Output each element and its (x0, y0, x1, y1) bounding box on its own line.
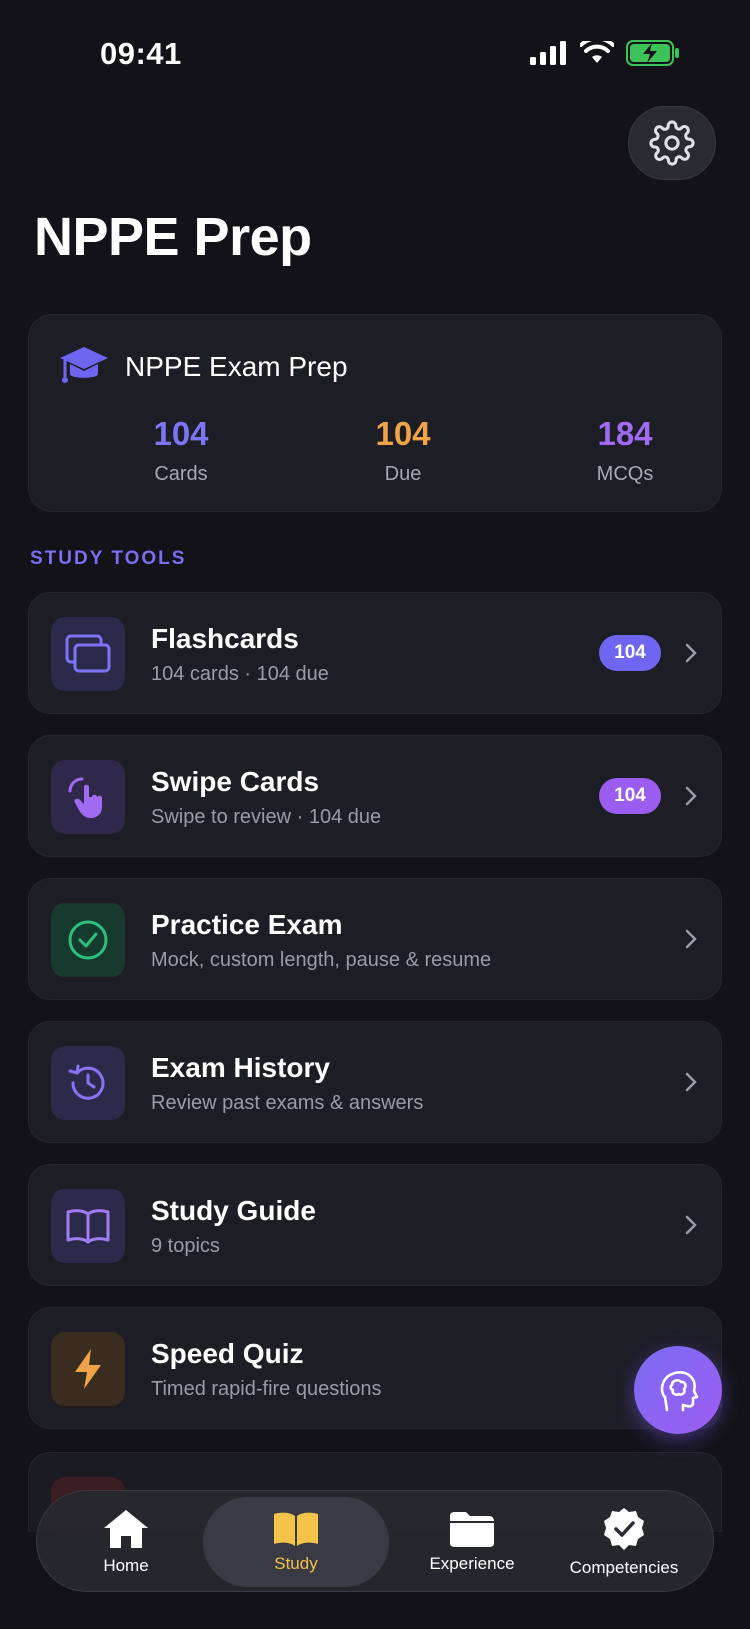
tab-label: Experience (429, 1554, 515, 1573)
tool-swipe-cards[interactable]: Swipe Cards Swipe to review · 104 due 10… (28, 735, 722, 857)
tool-title: Exam History (151, 1052, 330, 1083)
chevron-right-icon (685, 929, 697, 949)
tool-title: Practice Exam (151, 909, 343, 940)
tab-label: Home (103, 1556, 149, 1575)
wifi-icon (580, 41, 614, 63)
tool-icon-wrap (51, 1332, 125, 1406)
brain-head-icon (660, 1371, 699, 1412)
tool-speed-quiz[interactable]: Speed Quiz Timed rapid-fire questions (28, 1307, 722, 1429)
tool-icon-wrap (51, 1189, 125, 1263)
battery-charging-icon (626, 40, 679, 66)
stat-due: 104 Due (303, 415, 503, 486)
home-icon (104, 1510, 148, 1548)
tool-subtitle: 9 topics (151, 1235, 220, 1257)
tab-study[interactable]: Study (203, 1497, 389, 1587)
graduation-cap-icon (60, 347, 108, 383)
stat-label: Cards (154, 463, 208, 485)
stat-label: Due (384, 463, 422, 485)
section-label: STUDY TOOLS (30, 548, 187, 569)
chevron-right-icon (685, 1215, 697, 1235)
bottom-tab-bar: Home Study Experience Competencies (36, 1490, 714, 1592)
cards-icon (65, 634, 111, 673)
tab-label: Competencies (569, 1558, 679, 1577)
summary-title: NPPE Exam Prep (125, 351, 348, 382)
tab-label: Study (274, 1554, 318, 1573)
tab-competencies[interactable]: Competencies (549, 1491, 699, 1593)
tool-subtitle: 104 cards · 104 due (151, 663, 329, 685)
count-badge: 104 (599, 778, 661, 814)
stat-value: 184 (597, 415, 653, 452)
hand-tap-icon (68, 777, 102, 818)
chevron-right-icon (685, 786, 697, 806)
tool-title: Study Guide (151, 1195, 316, 1226)
check-circle-icon (68, 920, 108, 960)
tool-icon-wrap (51, 617, 125, 691)
tool-title: Flashcards (151, 623, 299, 654)
tool-icon-wrap (51, 760, 125, 834)
chevron-right-icon (685, 643, 697, 663)
tab-home[interactable]: Home (57, 1491, 195, 1593)
ai-assistant-button[interactable] (634, 1346, 722, 1434)
tool-exam-history[interactable]: Exam History Review past exams & answers (28, 1021, 722, 1143)
tool-subtitle: Review past exams & answers (151, 1092, 424, 1114)
status-bar: 09:41 (0, 0, 750, 110)
lightning-icon (75, 1349, 101, 1389)
gear-icon (649, 120, 695, 166)
tool-flashcards[interactable]: Flashcards 104 cards · 104 due 104 (28, 592, 722, 714)
count-badge: 104 (599, 635, 661, 671)
stat-label: MCQs (596, 463, 654, 485)
chevron-right-icon (685, 1072, 697, 1092)
page-title: NPPE Prep (34, 207, 312, 267)
exam-summary-card[interactable]: NPPE Exam Prep 104 Cards 104 Due 184 MCQ… (28, 314, 722, 512)
stat-cards: 104 Cards (81, 415, 281, 486)
tool-icon-wrap (51, 903, 125, 977)
signal-icon (530, 41, 566, 65)
tool-title: Speed Quiz (151, 1338, 304, 1369)
badge-check-icon (604, 1508, 644, 1550)
tool-icon-wrap (51, 1046, 125, 1120)
tool-practice-exam[interactable]: Practice Exam Mock, custom length, pause… (28, 878, 722, 1000)
stat-value: 104 (375, 415, 431, 452)
book-open-icon (274, 1512, 318, 1546)
tab-experience[interactable]: Experience (397, 1491, 547, 1593)
book-icon (66, 1209, 110, 1244)
stat-value: 104 (153, 415, 209, 452)
tool-subtitle: Timed rapid-fire questions (151, 1378, 382, 1400)
stat-mcqs: 184 MCQs (525, 415, 725, 486)
status-time: 09:41 (100, 36, 182, 71)
tool-title: Swipe Cards (151, 766, 320, 797)
tool-subtitle: Mock, custom length, pause & resume (151, 949, 492, 971)
settings-button[interactable] (628, 106, 716, 180)
folder-icon (450, 1512, 494, 1547)
history-icon (68, 1064, 105, 1100)
tool-subtitle: Swipe to review · 104 due (151, 806, 382, 828)
status-icons (530, 40, 680, 66)
tool-study-guide[interactable]: Study Guide 9 topics (28, 1164, 722, 1286)
